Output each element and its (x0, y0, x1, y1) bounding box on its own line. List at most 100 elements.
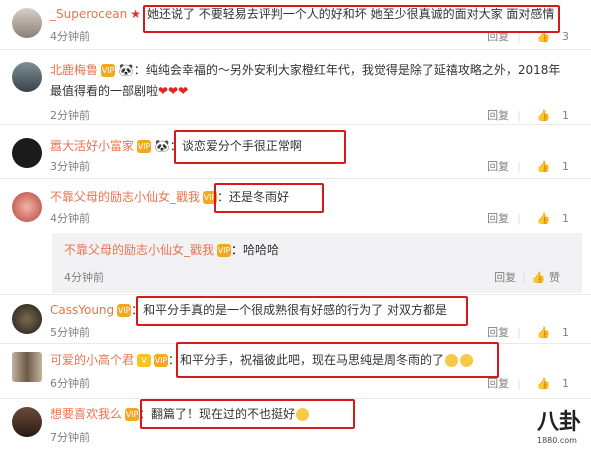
panda-emoji-icon: 🐼 (154, 139, 170, 153)
comment-time: 4分钟前 (50, 212, 90, 225)
avatar[interactable] (12, 352, 42, 382)
thumbs-up-icon: 👍 (536, 160, 551, 173)
reply-button[interactable]: 回复 (487, 109, 509, 122)
comment-item: 可爱的小高个君 V VIP：和平分手，祝福彼此吧，现在马思纯是周冬雨的了 6分钟前 … (0, 342, 591, 398)
comment-item: 不靠父母的励志小仙女_戳我 VIP：还是冬雨好 4分钟前 回复 | 👍 1 (0, 182, 591, 230)
username-link[interactable]: 可爱的小高个君 (50, 353, 134, 367)
verified-badge-icon: V (137, 354, 152, 367)
comment-line: _Superocean ★ 她还说了 不要轻易去评判一个人的好和坏 她至少很真诚的面… (50, 4, 554, 24)
comment-time: 6分钟前 (50, 377, 90, 390)
thumbs-up-icon: 👍 (536, 30, 551, 43)
username-link[interactable]: 嚣大活好小富家 (50, 139, 134, 153)
divider (0, 343, 591, 344)
divider (0, 124, 591, 125)
reply-button[interactable]: 回复 (487, 30, 509, 43)
comment-item: 想要喜欢我么 VIP：翻篇了！现在过的不也挺好 7分钟前 (0, 399, 591, 450)
reply-button[interactable]: 回复 (487, 212, 509, 225)
comment-text: 和平分手真的是一个很成熟很有好感的行为了 对双方都是 (143, 303, 447, 317)
avatar[interactable] (12, 62, 42, 92)
separator: | (517, 326, 521, 339)
vip-badge-icon: VIP (217, 244, 232, 257)
comment-actions: 回复 | 👍 1 (479, 375, 569, 391)
comment-actions: 回复 | 👍 1 (479, 324, 569, 340)
username-link[interactable]: CassYoung (50, 303, 114, 317)
comment-item: CassYoung VIP：和平分手真的是一个很成熟很有好感的行为了 对双方都是 … (0, 296, 591, 342)
reply-button[interactable]: 回复 (487, 377, 509, 390)
like-button[interactable]: 👍 1 (529, 377, 569, 390)
reply-time: 4分钟前 (64, 271, 104, 284)
separator: | (517, 212, 521, 225)
thumbs-up-icon: 👍 (536, 377, 551, 390)
face-emoji-icon (445, 354, 459, 367)
comment-time: 7分钟前 (50, 431, 90, 444)
watermark-logo: 八卦 (536, 410, 581, 435)
like-count: 1 (562, 377, 569, 390)
comment-line: 北鹿梅鲁 VIP 🐼：纯纯会幸福的～另外安利大家橙红年代，我觉得是除了延禧攻略之外… (50, 63, 561, 98)
like-button[interactable]: 👍 1 (529, 160, 569, 173)
username-link[interactable]: _Superocean (50, 7, 127, 21)
star-badge-icon: ★ (130, 7, 141, 21)
reply-button[interactable]: 回复 (494, 271, 516, 284)
username-link[interactable]: 不靠父母的励志小仙女_戳我 (50, 190, 200, 204)
vip-badge-icon: VIP (154, 354, 169, 367)
like-button[interactable]: 👍 赞 (532, 271, 560, 284)
separator: | (517, 160, 521, 173)
vip-badge-icon: VIP (117, 304, 132, 317)
like-label: 赞 (549, 271, 560, 284)
comment-line: 想要喜欢我么 VIP：翻篇了！现在过的不也挺好 (50, 404, 310, 424)
like-count: 1 (562, 109, 569, 122)
avatar[interactable] (12, 8, 42, 38)
separator: | (517, 109, 521, 122)
like-button[interactable]: 👍 1 (529, 109, 569, 122)
reply-text: 哈哈哈 (243, 243, 280, 257)
reply-actions: 回复 | 👍 赞 (494, 269, 560, 285)
comment-line: 不靠父母的励志小仙女_戳我 VIP：还是冬雨好 (50, 190, 290, 204)
reply-button[interactable]: 回复 (487, 160, 509, 173)
divider (0, 294, 591, 295)
username-link[interactable]: 想要喜欢我么 (50, 407, 122, 421)
comment-text: 和平分手，祝福彼此吧，现在马思纯是周冬雨的了 (180, 353, 445, 367)
like-button[interactable]: 👍 1 (529, 212, 569, 225)
like-count: 1 (562, 326, 569, 339)
username-link[interactable]: 不靠父母的励志小仙女_戳我 (64, 243, 214, 257)
separator: | (517, 30, 521, 43)
thumbs-up-icon: 👍 (536, 109, 551, 122)
comment-line: 可爱的小高个君 V VIP：和平分手，祝福彼此吧，现在马思纯是周冬雨的了 (50, 350, 474, 370)
face-emoji-icon (296, 408, 310, 421)
comment-time: 2分钟前 (50, 109, 90, 122)
comment-text: 还是冬雨好 (229, 190, 290, 204)
like-count: 1 (562, 212, 569, 225)
comment-time: 5分钟前 (50, 326, 90, 339)
separator: | (517, 377, 521, 390)
thumbs-up-icon: 👍 (531, 271, 546, 284)
nested-reply: 不靠父母的励志小仙女_戳我 VIP：哈哈哈 4分钟前 回复 | 👍 赞 (52, 233, 582, 293)
username-link[interactable]: 北鹿梅鲁 (50, 63, 98, 77)
comment-time: 3分钟前 (50, 160, 90, 173)
site-watermark: 八卦 1880.com (537, 404, 581, 445)
avatar[interactable] (12, 407, 42, 437)
thumbs-up-icon: 👍 (536, 212, 551, 225)
avatar[interactable] (12, 138, 42, 168)
comment-text: 谈恋爱分个手很正常啊 (181, 139, 302, 153)
reply-line: 不靠父母的励志小仙女_戳我 VIP：哈哈哈 (64, 243, 280, 257)
comment-line: CassYoung VIP：和平分手真的是一个很成熟很有好感的行为了 对双方都是 (50, 303, 447, 317)
divider (0, 178, 591, 179)
comment-actions: 回复 | 👍 1 (479, 210, 569, 226)
comment-actions: 回复 | 👍 1 (479, 158, 569, 174)
like-count: 3 (562, 30, 569, 43)
comment-actions: 回复 | 👍 3 (479, 28, 569, 44)
vip-badge-icon: VIP (101, 64, 116, 77)
thumbs-up-icon: 👍 (536, 326, 551, 339)
comment-item: 嚣大活好小富家 VIP 🐼：谈恋爱分个手很正常啊 3分钟前 回复 | 👍 1 (0, 128, 591, 176)
like-button[interactable]: 👍 1 (529, 326, 569, 339)
like-button[interactable]: 👍 3 (529, 30, 569, 43)
comment-text: 她还说了 不要轻易去评判一个人的好和坏 她至少很真诚的面对大家 面对感情 (146, 7, 555, 21)
comment-actions: 回复 | 👍 1 (479, 107, 569, 123)
avatar[interactable] (12, 192, 42, 222)
avatar[interactable] (12, 304, 42, 334)
divider (0, 398, 591, 399)
comment-text: 翻篇了！现在过的不也挺好 (151, 407, 296, 421)
panda-emoji-icon: 🐼 (118, 63, 134, 77)
divider (0, 49, 591, 50)
reply-button[interactable]: 回复 (487, 326, 509, 339)
